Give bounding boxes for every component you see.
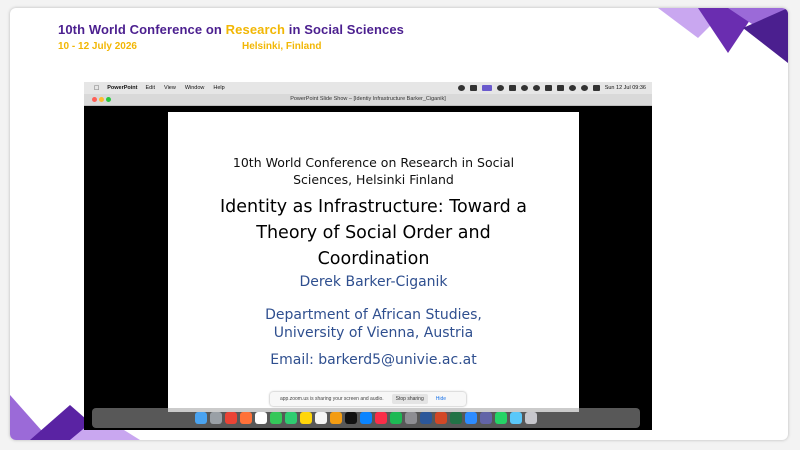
control-center-icon[interactable]: [592, 85, 600, 91]
settings-icon[interactable]: [405, 412, 417, 424]
status-area: Sun 12 Jul 09:36: [457, 82, 646, 94]
chrome-icon[interactable]: [225, 412, 237, 424]
teams-icon[interactable]: [480, 412, 492, 424]
menu-view[interactable]: View: [164, 85, 176, 91]
apple-icon[interactable]: : [94, 85, 99, 92]
shared-screen:  PowerPoint Edit View Window Help Sun 1…: [84, 82, 652, 430]
zoom-share-bar: app.zoom.us is sharing your screen and a…: [270, 392, 466, 406]
slide-title-line3: Coordination: [317, 249, 430, 269]
conference-dates: 10 - 12 July 2026: [58, 41, 137, 52]
hide-share-bar-button[interactable]: Hide: [436, 396, 446, 402]
window-title: PowerPoint Slide Show – [Identiy Infrast…: [290, 96, 446, 102]
tv-icon[interactable]: [345, 412, 357, 424]
share-message: app.zoom.us is sharing your screen and a…: [280, 396, 384, 402]
minimize-window-button[interactable]: [99, 97, 104, 102]
conference-title: 10th World Conference on Research in Soc…: [58, 22, 404, 37]
close-window-button[interactable]: [92, 97, 97, 102]
preview-icon[interactable]: [510, 412, 522, 424]
spotify-icon[interactable]: [390, 412, 402, 424]
zoom-icon[interactable]: [465, 412, 477, 424]
macos-dock: [92, 408, 640, 428]
conference-title-highlight: Research: [225, 22, 286, 37]
presentation-slide: 10th World Conference on Research in Soc…: [168, 112, 579, 412]
status-icon[interactable]: [508, 85, 516, 91]
slide-department-line2: University of Vienna, Austria: [273, 325, 474, 341]
decorative-triangles-top-right: [658, 8, 788, 63]
menu-app-name[interactable]: PowerPoint: [107, 85, 137, 91]
macos-menubar:  PowerPoint Edit View Window Help Sun 1…: [84, 82, 652, 94]
slide-conference-text: 10th World Conference on Research in Soc…: [168, 154, 579, 188]
zoom-share-icon[interactable]: [481, 85, 492, 91]
wifi-icon[interactable]: [568, 85, 576, 91]
window-titlebar: PowerPoint Slide Show – [Identiy Infrast…: [84, 94, 652, 106]
word-icon[interactable]: [420, 412, 432, 424]
appstore-icon[interactable]: [360, 412, 372, 424]
calendar-icon[interactable]: [255, 412, 267, 424]
conference-title-part1: 10th World Conference on: [58, 22, 226, 37]
slide-author: Derek Barker-Ciganik: [299, 274, 448, 290]
facetime-icon[interactable]: [285, 412, 297, 424]
menu-window[interactable]: Window: [185, 85, 205, 91]
stop-sharing-button[interactable]: Stop sharing: [391, 394, 428, 404]
launchpad-icon[interactable]: [210, 412, 222, 424]
menubar-clock[interactable]: Sun 12 Jul 09:36: [605, 85, 646, 91]
search-icon[interactable]: [580, 85, 588, 91]
battery-icon[interactable]: [556, 85, 564, 91]
presentation-frame: 10th World Conference on Research in Soc…: [10, 8, 788, 440]
finder-icon[interactable]: [195, 412, 207, 424]
slide-conference-line2: Sciences, Helsinki Finland: [293, 172, 454, 187]
trash-icon[interactable]: [525, 412, 537, 424]
status-icon[interactable]: [457, 85, 465, 91]
status-icon[interactable]: [544, 85, 552, 91]
reminders-icon[interactable]: [315, 412, 327, 424]
messages-icon[interactable]: [270, 412, 282, 424]
slide-title-line2: Theory of Social Order and: [256, 223, 491, 243]
powerpoint-icon[interactable]: [435, 412, 447, 424]
status-icon[interactable]: [520, 85, 528, 91]
menu-edit[interactable]: Edit: [146, 85, 155, 91]
slide-department-line1: Department of African Studies,: [265, 307, 482, 323]
status-icon[interactable]: [496, 85, 504, 91]
slide-title: Identity as Infrastructure: Toward a The…: [178, 194, 569, 272]
slide-email: Email: barkerd5@univie.ac.at: [270, 352, 477, 368]
music-icon[interactable]: [375, 412, 387, 424]
photos-icon[interactable]: [330, 412, 342, 424]
conference-location: Helsinki, Finland: [242, 41, 322, 52]
status-icon[interactable]: [532, 85, 540, 91]
slide-conference-line1: 10th World Conference on Research in Soc…: [232, 155, 515, 170]
excel-icon[interactable]: [450, 412, 462, 424]
slide-title-line1: Identity as Infrastructure: Toward a: [220, 197, 527, 217]
menu-help[interactable]: Help: [213, 85, 224, 91]
firefox-icon[interactable]: [240, 412, 252, 424]
conference-title-part2: in Social Sciences: [285, 22, 404, 37]
notes-icon[interactable]: [300, 412, 312, 424]
whatsapp-icon[interactable]: [495, 412, 507, 424]
fullscreen-window-button[interactable]: [106, 97, 111, 102]
slide-department: Department of African Studies, Universit…: [168, 306, 579, 342]
cloud-icon[interactable]: [469, 85, 477, 91]
